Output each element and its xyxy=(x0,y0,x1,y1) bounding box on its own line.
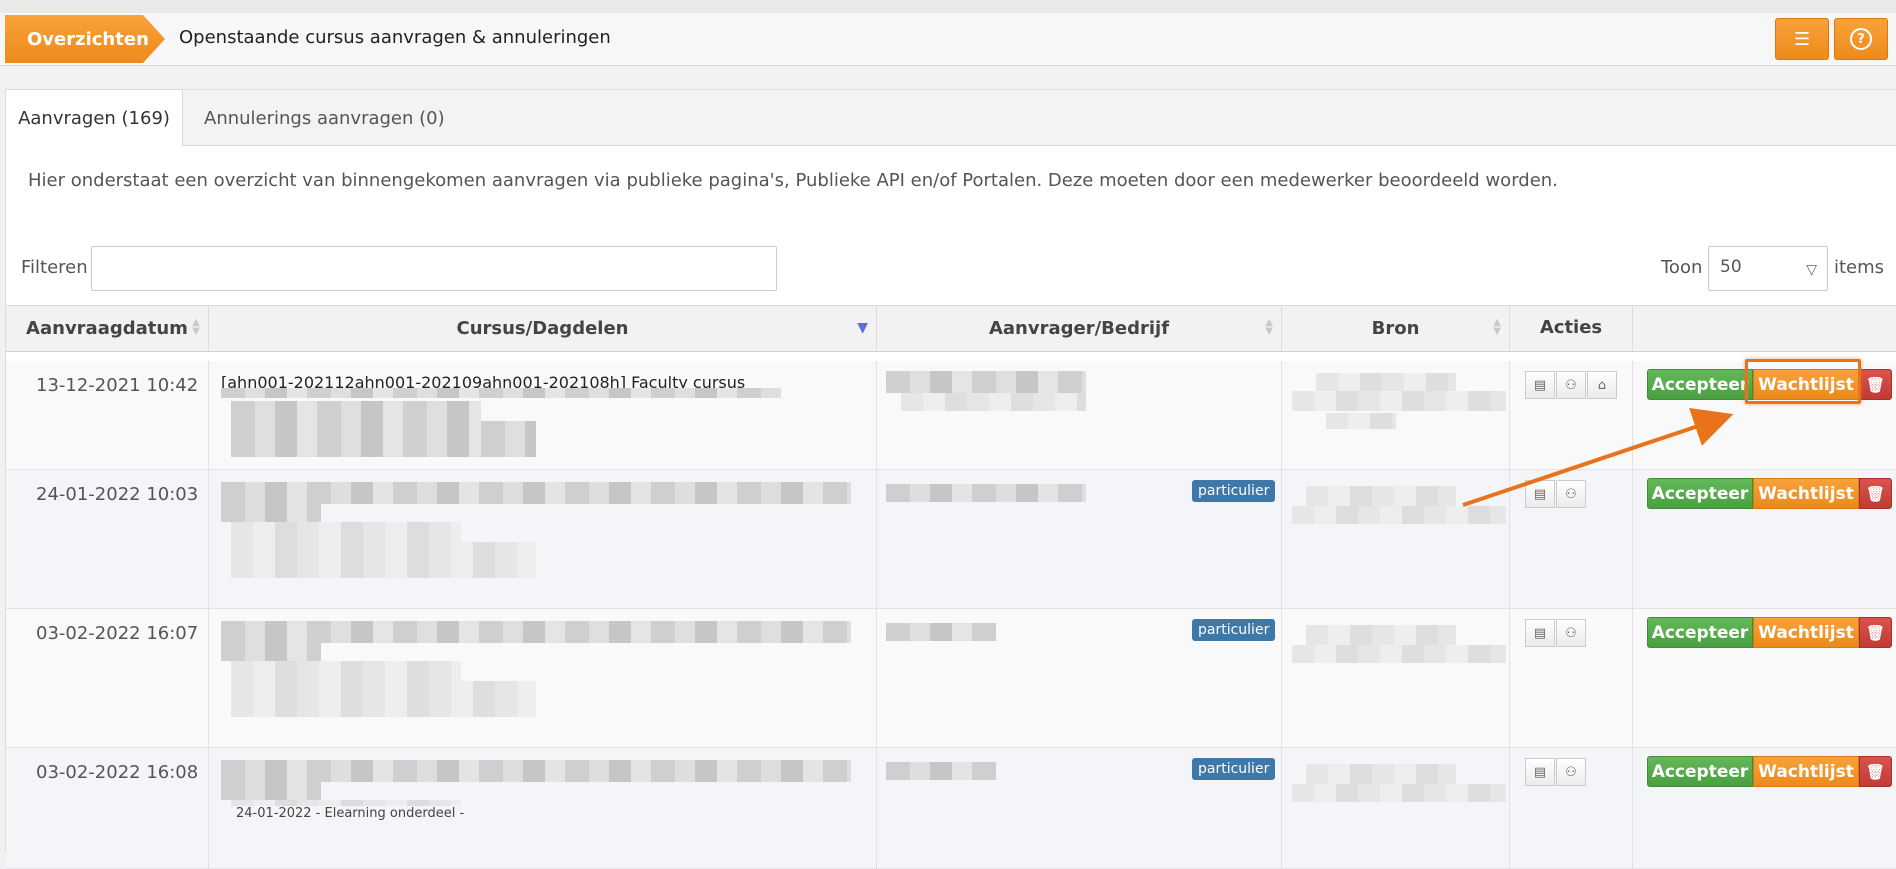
annotation-arrow-icon xyxy=(1462,407,1734,507)
